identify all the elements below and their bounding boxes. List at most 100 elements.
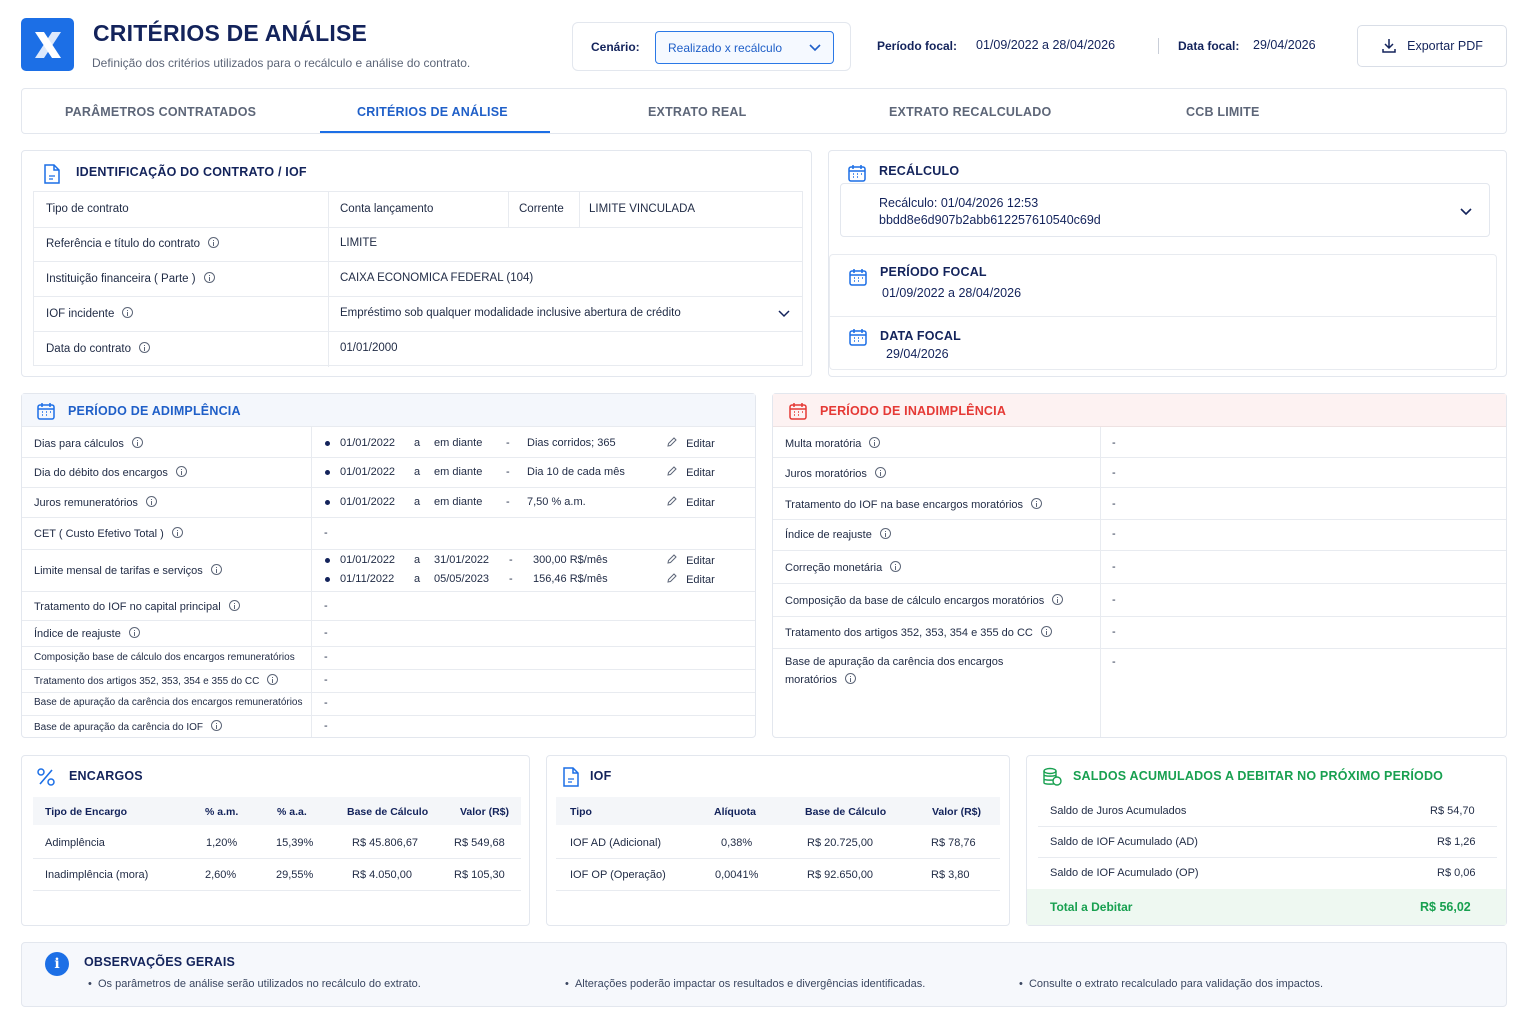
adim-limite-dash-2: -	[509, 573, 513, 585]
adim-juros-to: em diante	[434, 496, 483, 508]
calendar-icon	[37, 403, 55, 420]
adim-artigos-value: -	[324, 674, 328, 686]
encargos-col-aa: % a.a.	[277, 806, 307, 818]
adim-reajuste-value: -	[324, 627, 328, 639]
tab-extrato-recalculado[interactable]: EXTRATO RECALCULADO	[889, 105, 1051, 119]
contract-type-extra-value: LIMITE VINCULADA	[589, 203, 696, 215]
info-icon[interactable]	[228, 600, 240, 611]
info-icon[interactable]	[211, 720, 222, 731]
info-icon[interactable]	[1031, 498, 1043, 509]
info-icon[interactable]	[874, 467, 886, 478]
tab-ccb-limite[interactable]: CCB LIMITE	[1186, 105, 1260, 119]
contract-type-extra-label: Corrente	[519, 203, 564, 215]
recalc-line1: Recálculo: 01/04/2026 12:53	[879, 196, 1039, 210]
contract-type-value: Conta lançamento	[340, 203, 434, 215]
saldo-juros-value: R$ 54,70	[1430, 805, 1475, 817]
info-icon[interactable]	[171, 527, 183, 538]
adim-artigos-label: Tratamento dos artigos 352, 353, 354 e 3…	[34, 674, 279, 687]
pencil-icon	[667, 496, 677, 506]
info-icon[interactable]	[128, 627, 140, 638]
inad-juros-value: -	[1112, 467, 1116, 479]
edit-button[interactable]: Editar	[667, 496, 715, 509]
info-icon[interactable]	[145, 496, 157, 507]
table-cell: R$ 45.806,67	[352, 837, 419, 849]
tab-parametros-contratados[interactable]: PARÂMETROS CONTRATADOS	[65, 105, 256, 119]
table-cell: IOF OP (Operação)	[570, 869, 666, 881]
info-icon[interactable]	[1052, 594, 1064, 605]
info-icon[interactable]	[139, 342, 151, 353]
tab-extrato-real[interactable]: EXTRATO REAL	[648, 105, 746, 119]
inad-composicao-label: Composição da base de cálculo encargos m…	[785, 594, 1064, 607]
table-cell: R$ 4.050,00	[352, 869, 412, 881]
adim-dias-to: em diante	[434, 437, 483, 449]
adim-carencia-encargos-value: -	[324, 697, 328, 709]
info-circle-icon: i	[45, 952, 69, 976]
info-icon[interactable]	[175, 466, 187, 477]
table-cell: 0,38%	[721, 837, 753, 849]
edit-button[interactable]: Editar	[667, 554, 715, 567]
inadimplencia-title: PERÍODO DE INADIMPLÊNCIA	[820, 404, 1007, 418]
adim-dias-from: 01/01/2022	[340, 437, 396, 449]
tab-criterios-de-analise[interactable]: CRITÉRIOS DE ANÁLISE	[357, 105, 508, 119]
info-icon[interactable]	[203, 272, 215, 283]
info-icon[interactable]	[844, 673, 856, 684]
info-icon[interactable]	[131, 437, 143, 448]
inad-correcao-value: -	[1112, 561, 1116, 573]
table-cell: Inadimplência (mora)	[45, 869, 149, 881]
inad-composicao-value: -	[1112, 594, 1116, 606]
export-pdf-button[interactable]: Exportar PDF	[1357, 25, 1507, 67]
info-icon[interactable]	[890, 561, 902, 572]
info-icon[interactable]	[208, 237, 220, 248]
info-icon[interactable]	[879, 528, 891, 539]
export-pdf-label: Exportar PDF	[1407, 39, 1483, 53]
inad-reajuste-label: Índice de reajuste	[785, 528, 891, 541]
scenario-select[interactable]: Realizado x recálculo	[655, 31, 834, 64]
pencil-icon	[667, 554, 677, 564]
adim-limite-sep-1: a	[414, 554, 421, 566]
edit-button[interactable]: Editar	[667, 437, 715, 450]
info-icon[interactable]	[267, 674, 279, 685]
encargos-col-valor: Valor (R$)	[460, 806, 510, 818]
pencil-icon	[667, 437, 677, 447]
info-icon[interactable]	[122, 307, 134, 318]
institution-value: CAIXA ECONOMICA FEDERAL (104)	[340, 272, 534, 284]
info-icon[interactable]	[869, 437, 881, 448]
adim-cet-value: -	[324, 527, 328, 539]
inad-juros-label: Juros moratórios	[785, 467, 886, 480]
bullet	[325, 558, 330, 563]
encargos-col-tipo: Tipo de Encargo	[45, 806, 128, 818]
pencil-icon	[667, 466, 677, 476]
recalc-title: RECÁLCULO	[879, 164, 960, 178]
info-icon[interactable]	[1040, 626, 1052, 637]
table-cell: 15,39%	[276, 837, 314, 849]
document-icon	[563, 767, 579, 787]
info-icon[interactable]	[210, 564, 222, 575]
saldos-title: SALDOS ACUMULADOS A DEBITAR NO PRÓXIMO P…	[1073, 769, 1444, 783]
encargos-title: ENCARGOS	[69, 769, 143, 783]
adim-dias-dash: -	[506, 437, 510, 449]
table-cell: IOF AD (Adicional)	[570, 837, 662, 849]
encargos-col-am: % a.m.	[205, 806, 239, 818]
recalc-select[interactable]: Recálculo: 01/04/2026 12:53 bbdd8e6d907b…	[840, 183, 1490, 237]
adim-limite-sep-2: a	[414, 573, 421, 585]
inad-artigos-label: Tratamento dos artigos 352, 353, 354 e 3…	[785, 626, 1052, 639]
adim-debito-dash: -	[506, 466, 510, 478]
contract-date-value: 01/01/2000	[340, 342, 398, 354]
chevron-down-icon	[809, 44, 821, 52]
bullet	[325, 577, 330, 582]
chevron-down-icon	[1460, 208, 1472, 216]
adim-reajuste-label: Índice de reajuste	[34, 627, 140, 640]
contract-card: IDENTIFICAÇÃO DO CONTRATO / IOF Tipo de …	[21, 150, 812, 377]
adim-limite-label: Limite mensal de tarifas e serviços	[34, 564, 222, 577]
table-cell: 29,55%	[276, 869, 314, 881]
document-icon	[44, 164, 60, 184]
table-cell: R$ 78,76	[931, 837, 976, 849]
obs-item-1: • Os parâmetros de análise serão utiliza…	[88, 978, 421, 990]
adim-limite-to-1: 31/01/2022	[434, 554, 490, 566]
focal-period-box-value: 01/09/2022 a 28/04/2026	[882, 286, 1022, 300]
edit-button[interactable]: Editar	[667, 573, 715, 586]
iof-incidente-value[interactable]: Empréstimo sob qualquer modalidade inclu…	[340, 307, 681, 319]
edit-button[interactable]: Editar	[667, 466, 715, 479]
contract-reference-label: Referência e título do contrato	[46, 237, 220, 250]
table-cell: 0,0041%	[715, 869, 759, 881]
